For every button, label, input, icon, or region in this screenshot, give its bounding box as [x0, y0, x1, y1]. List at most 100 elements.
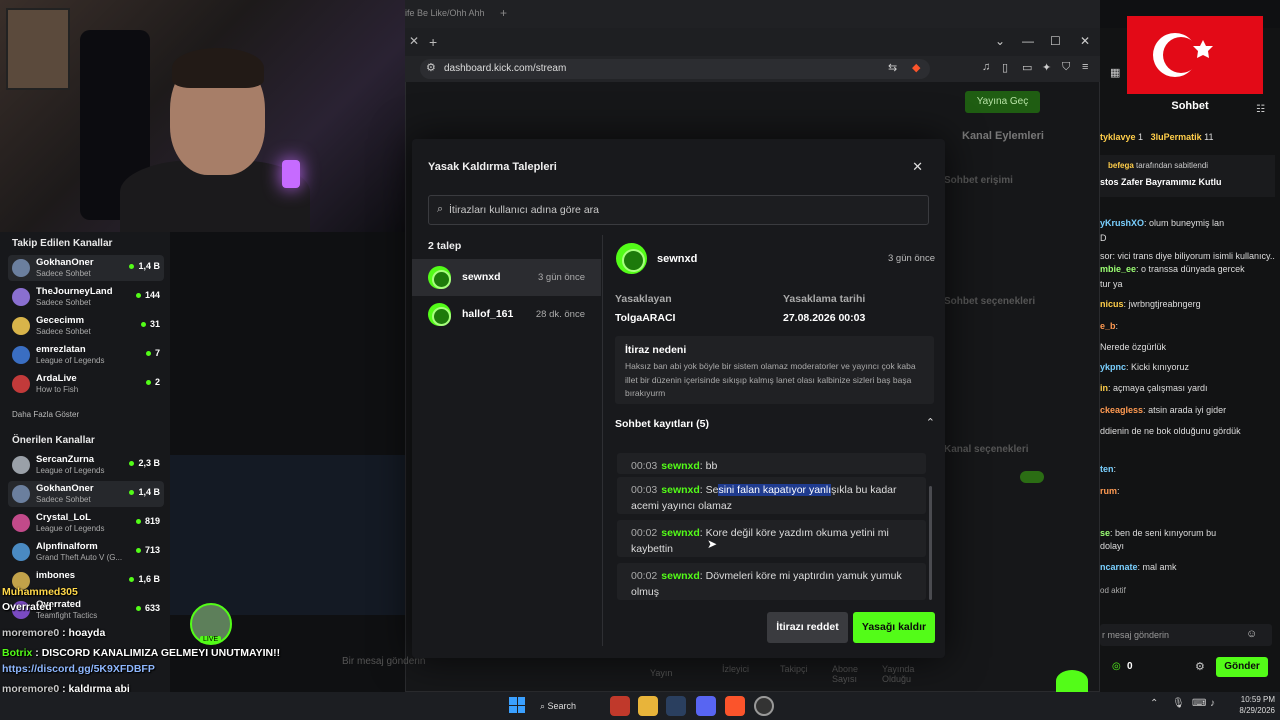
sidebar-channel[interactable]: ArdaLive How to Fish 2	[8, 371, 164, 397]
sidebar-channel[interactable]: Crystal_LoL League of Legends 819	[8, 510, 164, 536]
overlay-chat-line: Botrix : DISCORD KANALIMIZA GELMEYI UNUT…	[2, 647, 281, 659]
brave-shield-icon[interactable]: ◆	[912, 61, 920, 74]
maximize-icon[interactable]: ☐	[1050, 34, 1061, 48]
channel-avatar	[12, 375, 30, 393]
new-tab-icon[interactable]: +	[500, 6, 507, 20]
sidebar-channel[interactable]: GokhanOner Sadece Sohbet 1,4 B	[8, 481, 164, 507]
bg-message-input[interactable]: Bir mesaj gönderin	[342, 656, 425, 667]
bg-toggle[interactable]	[1020, 471, 1044, 483]
crescent-star-icon	[1153, 33, 1213, 77]
chat-log-entry: 00:02 sewnxd: Kore değil köre yazdım okum…	[617, 520, 926, 557]
sidebar-channel[interactable]: GokhanOner Sadece Sohbet 1,4 B	[8, 255, 164, 281]
channel-category: League of Legends	[36, 356, 105, 365]
neon-light	[282, 160, 300, 188]
chat-message: Nerede özgürlük	[1100, 342, 1167, 352]
microphone-icon[interactable]: 🎙	[1172, 698, 1185, 709]
viewer-count: 1,4 B	[129, 487, 160, 497]
live-badge: LIVE	[200, 636, 222, 643]
menu-icon[interactable]: ≡	[1082, 61, 1088, 73]
modal-title: Yasak Kaldırma Talepleri	[428, 161, 557, 173]
left-sidebar: Takip Edilen Kanallar GokhanOner Sadece …	[0, 232, 170, 692]
reject-appeal-button[interactable]: İtirazı reddet	[767, 612, 848, 643]
banned-by-value: TolgaARACI	[615, 312, 676, 324]
brave-icon[interactable]	[725, 696, 745, 716]
channel-name: Alpnfinalform	[36, 541, 98, 552]
request-count: 2 talep	[428, 240, 462, 252]
send-button[interactable]: Gönder	[1216, 657, 1268, 677]
chat-message: D	[1100, 233, 1107, 243]
outer-tab-title[interactable]: ife Be Like/Ohh Ahh	[405, 8, 485, 18]
chat-logs-title[interactable]: Sohbet kayıtları (5)	[615, 418, 709, 430]
channel-avatar	[12, 317, 30, 335]
close-window-icon[interactable]: ✕	[1080, 34, 1090, 48]
chat-message: in: açmaya çalışması yardı	[1100, 383, 1208, 393]
chat-access-title: Sohbet erişimi	[944, 175, 1013, 186]
volume-icon[interactable]: ♪	[1210, 698, 1215, 709]
channel-name: Gececimm	[36, 315, 85, 326]
site-info-icon[interactable]: ⚙	[426, 61, 436, 74]
steam-icon[interactable]	[666, 696, 686, 716]
chat-logs-list[interactable]: 00:03 sewnxd: bb 00:03 sewnxd: Sesini falan…	[615, 441, 935, 603]
sidebar-channel[interactable]: Gececimm Sadece Sohbet 31	[8, 313, 164, 339]
panel-divider	[602, 235, 603, 646]
ai-icon[interactable]: ✦	[1042, 61, 1051, 74]
sidebar-channel[interactable]: TheJourneyLand Sadece Sohbet 144	[8, 284, 164, 310]
ban-date-value: 27.08.2026 00:03	[783, 312, 866, 324]
unban-request-item[interactable]: hallof_161 28 dk. önce	[412, 296, 601, 333]
chat-panel-icon[interactable]: ▦	[1110, 66, 1120, 79]
appeal-search-input[interactable]	[449, 202, 919, 218]
stream-preview	[170, 455, 405, 615]
chat-message: e_b:	[1100, 321, 1119, 331]
translate-icon[interactable]: ⇆	[888, 61, 897, 74]
show-more-link[interactable]: Daha Fazla Göster	[0, 410, 79, 419]
channel-avatar	[12, 259, 30, 277]
obs-icon[interactable]	[754, 696, 774, 716]
channel-name: GokhanOner	[36, 483, 94, 494]
detail-time: 3 gün önce	[887, 253, 935, 264]
emoji-icon[interactable]: ☺	[1246, 628, 1257, 640]
wallet-icon[interactable]: ▭	[1022, 61, 1032, 74]
minimize-icon[interactable]: —	[1022, 34, 1034, 48]
taskbar-app-icon[interactable]	[610, 696, 630, 716]
overlay-chat-line: moremore0 : hoayda	[2, 627, 106, 639]
channel-name: TheJourneyLand	[36, 286, 113, 297]
chat-message: yKrushXO: olum buneymiş lan	[1100, 218, 1225, 228]
settings-gear-icon[interactable]: ⚙	[1195, 660, 1205, 673]
close-icon[interactable]: ✕	[912, 159, 923, 175]
network-icon[interactable]: ⌨	[1192, 698, 1206, 709]
file-explorer-icon[interactable]	[638, 696, 658, 716]
sidebar-toggle-icon[interactable]: ▯	[1002, 61, 1008, 74]
logs-scrollbar[interactable]	[929, 486, 932, 600]
chevron-up-icon[interactable]: ⌃	[926, 416, 935, 429]
pinned-message[interactable]: befega tarafından sabitlendi stos Zafer …	[1100, 155, 1275, 197]
tab-list-icon[interactable]: ⌄	[995, 34, 1005, 48]
request-avatar	[428, 266, 451, 289]
new-tab-icon[interactable]: +	[429, 34, 437, 50]
windows-start-icon[interactable]	[509, 697, 525, 713]
taskbar-search[interactable]: ⌕ Search	[540, 696, 600, 716]
channel-category: Grand Theft Auto V (G...	[36, 553, 123, 562]
viewer-count: 31	[141, 319, 160, 329]
media-icon[interactable]: ♫	[982, 61, 990, 73]
channel-avatar	[12, 514, 30, 532]
unban-button[interactable]: Yasağı kaldır	[853, 612, 935, 643]
points-icon[interactable]: ◎	[1112, 661, 1121, 672]
kick-fab[interactable]	[1056, 670, 1088, 692]
channel-category: League of Legends	[36, 466, 105, 475]
vpn-icon[interactable]: ⛉	[1062, 61, 1070, 74]
sidebar-channel[interactable]: Alpnfinalform Grand Theft Auto V (G... 7…	[8, 539, 164, 565]
unban-request-item[interactable]: sewnxd 3 gün önce	[412, 259, 601, 296]
appeal-search-box[interactable]: ⌕	[428, 195, 929, 225]
channel-avatar	[12, 456, 30, 474]
users-icon[interactable]: ☷	[1256, 104, 1265, 115]
close-tab-icon[interactable]: ✕	[409, 34, 419, 48]
go-live-button[interactable]: Yayına Geç	[965, 91, 1040, 113]
discord-icon[interactable]	[696, 696, 716, 716]
url-text[interactable]: dashboard.kick.com/stream	[444, 63, 566, 74]
sidebar-channel[interactable]: SercanZurna League of Legends 2,3 B	[8, 452, 164, 478]
points-value: 0	[1127, 661, 1133, 672]
tray-chevron-icon[interactable]: ⌃	[1150, 698, 1158, 709]
sidebar-channel[interactable]: emrezlatan League of Legends 7	[8, 342, 164, 368]
streamer-hair	[172, 48, 264, 88]
system-clock[interactable]: 10:59 PM 8/29/2026	[1225, 694, 1275, 716]
